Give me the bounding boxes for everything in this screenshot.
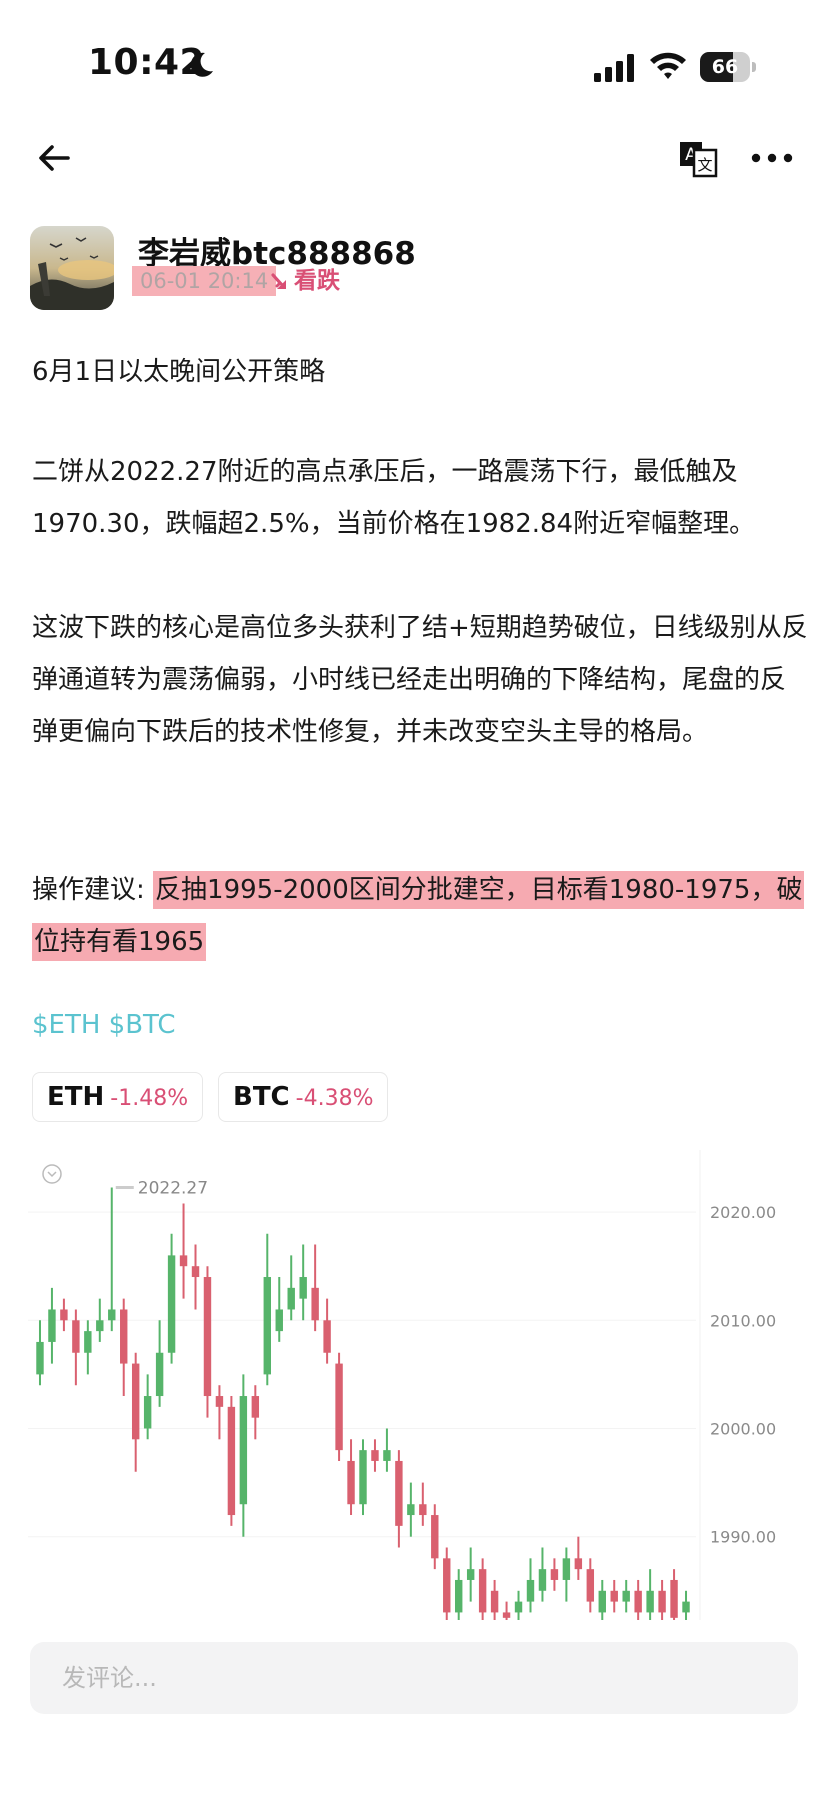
candle-body xyxy=(84,1331,92,1353)
sentiment-badge: 看跌 xyxy=(270,266,340,296)
candle-body xyxy=(60,1309,68,1321)
candle-body xyxy=(108,1309,116,1321)
avatar-image xyxy=(30,226,114,310)
candle-body xyxy=(646,1590,654,1613)
candle-body xyxy=(131,1363,140,1440)
candle-body xyxy=(383,1450,391,1461)
y-tick-label: 2020.00 xyxy=(710,1203,776,1222)
collapse-chevron-icon xyxy=(42,1164,62,1184)
y-tick-label: 1990.00 xyxy=(710,1528,776,1547)
ticker-chip-btc[interactable]: BTC -4.38% xyxy=(218,1072,389,1122)
status-bar: 10:42 66 xyxy=(0,0,830,120)
candle-body xyxy=(407,1504,415,1516)
candle-body xyxy=(311,1287,319,1321)
candle-body xyxy=(395,1460,403,1526)
candle-body xyxy=(215,1396,224,1407)
post-paragraph: 二饼从2022.27附近的高点承压后，一路震荡下行，最低触及1970.30，跌幅… xyxy=(32,457,756,539)
author-avatar[interactable] xyxy=(30,226,114,310)
candle-body xyxy=(143,1396,152,1429)
candle-body xyxy=(562,1558,571,1580)
moon-icon xyxy=(190,52,213,77)
operation-advice: 操作建议: 反抽1995-2000区间分批建空，目标看1980-1975，破位持… xyxy=(32,864,808,968)
candle-body xyxy=(598,1590,606,1613)
ticker-symbol: BTC xyxy=(233,1082,290,1112)
ticker-chip-eth[interactable]: ETH -1.48% xyxy=(32,1072,204,1122)
post-timestamp: 06-01 20:14 xyxy=(132,266,277,296)
candle-body xyxy=(299,1277,307,1299)
candle-body xyxy=(48,1309,56,1342)
candle-body xyxy=(179,1255,188,1267)
candle-body xyxy=(443,1558,451,1613)
svg-text:文: 文 xyxy=(697,156,712,174)
candlestick-chart: 2020.00 2010.00 2000.00 1990.00 2022.27 xyxy=(28,1150,776,1620)
candle-body xyxy=(96,1320,104,1332)
hashtag-btc[interactable]: $BTC xyxy=(109,1010,176,1040)
candle-body xyxy=(155,1352,164,1397)
candle-body xyxy=(550,1569,559,1580)
y-tick-label: 2000.00 xyxy=(710,1419,776,1438)
candle-body xyxy=(72,1320,80,1353)
candle-body xyxy=(239,1396,248,1505)
battery-icon: 66 xyxy=(700,52,756,82)
candle-body xyxy=(586,1569,595,1602)
candle-body xyxy=(347,1460,355,1505)
candle-body xyxy=(371,1450,379,1461)
price-chart[interactable]: 2020.00 2010.00 2000.00 1990.00 2022.27 xyxy=(28,1150,808,1620)
candle-body xyxy=(191,1266,200,1278)
candle-body xyxy=(323,1320,331,1353)
high-label: 2022.27 xyxy=(138,1179,208,1199)
candle-body xyxy=(610,1590,618,1602)
candle-body xyxy=(622,1590,630,1602)
candle-body xyxy=(574,1558,583,1570)
ticker-symbol: ETH xyxy=(47,1082,105,1112)
signal-icon xyxy=(594,54,634,82)
candle-body xyxy=(466,1569,475,1580)
back-arrow-icon[interactable] xyxy=(34,138,74,178)
candle-body xyxy=(120,1309,128,1364)
y-tick-label: 2010.00 xyxy=(710,1311,776,1330)
candle-body xyxy=(36,1341,44,1375)
candle-body xyxy=(431,1515,439,1559)
comment-bar[interactable] xyxy=(30,1642,798,1714)
candle-body xyxy=(538,1569,547,1591)
chevron-down-icon xyxy=(47,1171,57,1178)
trend-down-icon xyxy=(271,273,286,289)
candle-body xyxy=(251,1396,260,1418)
ticker-change: -4.38% xyxy=(295,1086,374,1111)
post-detail-screen: 10:42 66 A 文 李岩威btc888868 06-01 20:14 看跌… xyxy=(0,0,830,1802)
candle-body xyxy=(478,1569,487,1613)
sentiment-label: 看跌 xyxy=(294,268,340,294)
candle-body xyxy=(490,1590,499,1613)
comment-input[interactable] xyxy=(62,1642,762,1714)
battery-level: 66 xyxy=(711,56,739,78)
post-title-line: 6月1日以太晚间公开策略 xyxy=(32,357,326,387)
candle-body xyxy=(287,1287,295,1310)
advice-label: 操作建议: xyxy=(32,875,154,905)
candle-body xyxy=(682,1601,690,1613)
candle-body xyxy=(275,1309,283,1332)
candle-body xyxy=(203,1277,212,1397)
candle-body xyxy=(514,1601,523,1613)
candle-body xyxy=(335,1363,343,1451)
candle-body xyxy=(263,1277,271,1375)
candle-body xyxy=(455,1579,463,1613)
candle-body xyxy=(359,1450,367,1505)
translate-icon[interactable]: A 文 xyxy=(678,138,718,178)
candle-body xyxy=(670,1579,678,1618)
hashtag-eth[interactable]: $ETH xyxy=(32,1010,100,1040)
candle-body xyxy=(658,1590,666,1613)
hashtags: $ETH $BTC xyxy=(32,1010,176,1040)
candle-body xyxy=(419,1504,427,1516)
candle-body xyxy=(227,1406,236,1516)
candle-body xyxy=(526,1579,535,1602)
more-icon[interactable] xyxy=(750,148,794,168)
candle-body xyxy=(502,1612,511,1618)
post-paragraph: 这波下跌的核心是高位多头获利了结+短期趋势破位，日线级别从反弹通道转为震荡偏弱，… xyxy=(32,613,808,747)
ticker-change: -1.48% xyxy=(110,1086,189,1111)
candle-body xyxy=(167,1255,176,1353)
candle-body xyxy=(634,1590,642,1613)
wifi-icon xyxy=(650,52,686,79)
